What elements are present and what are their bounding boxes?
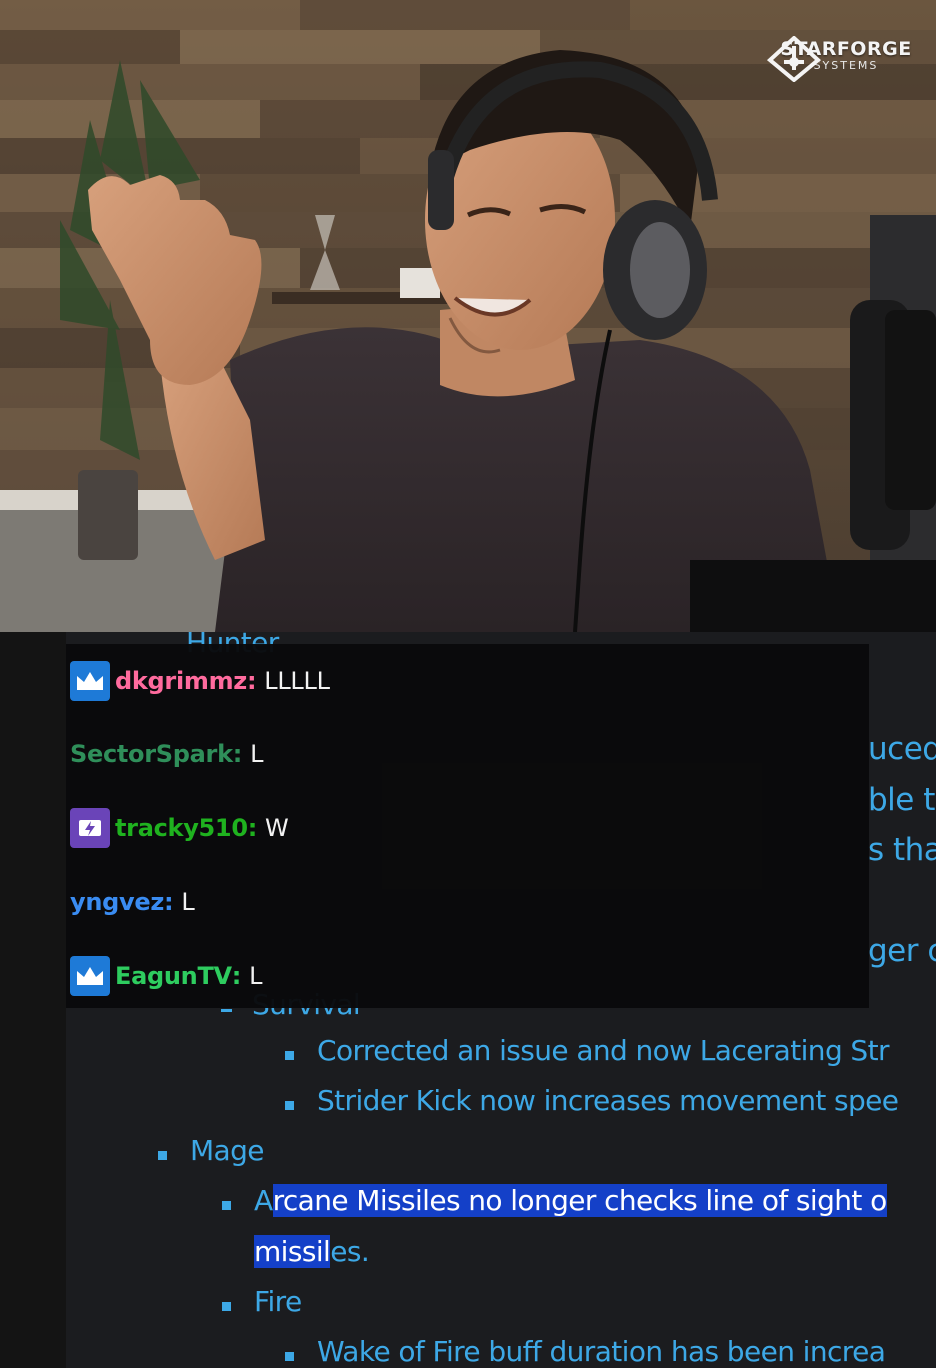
note-item[interactable]: Corrected an issue and now Lacerating St… [317,1034,889,1067]
selected-text: rcane Missiles no longer checks line of … [272,1184,887,1217]
bullet-marker [285,1101,294,1110]
chat-username[interactable]: EagunTV [115,962,232,990]
selected-text: missil [254,1235,331,1268]
chat-message: SectorSpark: L [70,734,263,774]
chat-text: L [181,888,195,916]
chat-text: L [250,740,264,768]
dash-marker [221,1009,232,1012]
chat-colon: : [231,962,242,990]
chat-username[interactable]: yngvez [70,888,164,916]
note-item[interactable]: Strider Kick now increases movement spee [317,1084,899,1117]
peek-text: s tha [868,832,936,868]
mage-heading[interactable]: Mage [190,1134,265,1167]
crown-badge-icon [70,956,110,996]
arcane-note-line2[interactable]: missiles. [254,1235,370,1268]
arcane-rest: es. [330,1235,370,1268]
starforge-emblem-icon [766,36,822,82]
webcam-feed: STARFORGE SYSTEMS [0,0,936,632]
bullet-marker [285,1051,294,1060]
peek-text: ble t [868,782,935,818]
chat-text: LLLLL [264,667,330,695]
bullet-marker [222,1201,231,1210]
chat-colon: : [164,888,174,916]
chat-colon: : [232,740,243,768]
chat-overlay: dkgrimmz: LLLLL SectorSpark: L tracky510… [66,644,869,1008]
chat-username[interactable]: SectorSpark [70,740,233,768]
chat-text: W [265,814,289,842]
peek-text: ger c [868,933,936,969]
chat-colon: : [247,814,258,842]
chat-message: dkgrimmz: LLLLL [70,661,330,701]
fire-heading[interactable]: Fire [254,1285,302,1318]
chat-message: yngvez: L [70,882,195,922]
arcane-lead: A [254,1184,273,1217]
note-item[interactable]: Wake of Fire buff duration has been incr… [317,1335,886,1368]
crown-badge-icon [70,661,110,701]
chat-message: tracky510: W [70,808,289,848]
chat-message: EagunTV: L [70,956,262,996]
peek-text: uced [868,731,936,767]
streamer-scene [0,0,936,632]
arcane-note-line1[interactable]: Arcane Missiles no longer checks line of… [254,1184,887,1217]
chat-username[interactable]: dkgrimmz [115,667,247,695]
brand-logo: STARFORGE SYSTEMS [766,36,926,82]
bullet-marker [285,1352,294,1361]
chat-colon: : [246,667,257,695]
chat-username[interactable]: tracky510 [115,814,248,842]
bullet-marker [222,1302,231,1311]
chat-text: L [249,962,263,990]
bullet-marker [158,1151,167,1160]
turbo-badge-icon [70,808,110,848]
